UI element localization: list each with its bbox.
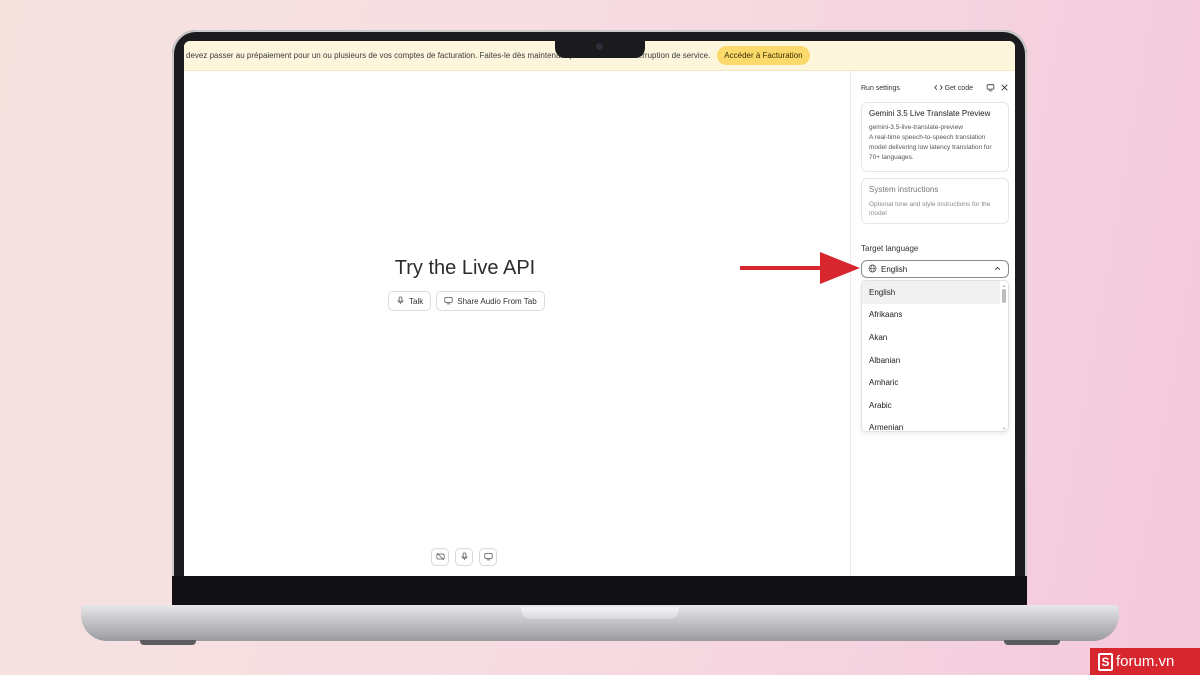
main-area: Try the Live API Talk Share Audio From T… [184,71,850,576]
close-panel-button[interactable] [999,84,1009,94]
monitor-icon [444,296,453,307]
watermark-text: forum.vn [1116,653,1175,670]
talk-button[interactable]: Talk [388,291,432,311]
language-option[interactable]: Armenian [862,417,1000,431]
mic-icon [460,548,469,566]
share-audio-label: Share Audio From Tab [457,296,537,306]
monitor-icon [483,548,493,566]
laptop-chin [172,576,1027,608]
language-option[interactable]: Arabic [862,394,1000,417]
main-actions: Talk Share Audio From Tab [388,291,545,311]
laptop-foot-right [1004,640,1060,645]
billing-button[interactable]: Accéder à Facturation [717,46,810,65]
watermark: S forum.vn [1090,648,1200,675]
chevron-up-icon [993,264,1002,275]
language-option[interactable]: Afrikaans [862,304,1000,327]
get-code-label: Get code [944,85,973,92]
captions-off-icon [435,548,445,566]
scroll-down-icon: ▼ [1002,426,1006,431]
camera-icon [596,43,603,50]
language-option[interactable]: Albanian [862,349,1000,372]
code-icon [933,83,943,94]
dropdown-scrollbar[interactable]: ▲ ▼ [1002,283,1006,431]
globe-icon [868,264,877,275]
run-settings-title: Run settings [861,85,900,92]
page-title: Try the Live API [394,257,536,279]
laptop-foot-left [140,640,196,645]
model-id: gemini-3.5-live-translate-preview [869,124,963,131]
compare-button[interactable] [985,84,995,94]
watermark-logo: S [1098,652,1113,671]
close-icon [1000,83,1009,94]
captions-toggle-button[interactable] [431,548,449,566]
system-instructions-field[interactable]: System instructions Optional tone and st… [861,178,1009,224]
language-option[interactable]: Akan [862,326,1000,349]
language-option[interactable]: English [862,281,1000,304]
mic-icon [396,295,405,307]
laptop-base [81,605,1119,641]
language-option[interactable]: Amharic [862,371,1000,394]
share-audio-button[interactable]: Share Audio From Tab [436,291,545,311]
run-settings-panel: Run settings Get code Gemini 3.5 Live Tr… [850,71,1015,576]
model-selector-card[interactable]: Gemini 3.5 Live Translate Preview gemini… [861,102,1009,172]
annotation-arrow-icon [740,252,860,284]
compare-icon [986,83,995,94]
scrollbar-thumb[interactable] [1002,289,1006,303]
screen: devez passer au prépaiement pour un ou p… [184,41,1015,576]
camera-notch [555,38,645,58]
target-language-label: Target language [861,244,919,253]
laptop-base-notch [521,607,679,619]
screen-share-button[interactable] [479,548,497,566]
model-description: A real-time speech-to-speech translation… [869,133,992,161]
target-language-select[interactable]: English [861,260,1009,278]
talk-label: Talk [409,296,424,306]
scroll-up-icon: ▲ [1002,283,1006,288]
mic-button[interactable] [455,548,473,566]
bottom-controls [431,548,497,566]
system-instructions-placeholder: Optional tone and style instructions for… [869,201,991,217]
model-name: Gemini 3.5 Live Translate Preview [869,109,991,118]
get-code-button[interactable]: Get code [933,83,973,94]
panel-header: Run settings Get code [861,83,1009,94]
target-language-value: English [881,264,908,274]
system-instructions-title: System instructions [869,185,939,194]
language-dropdown: English Afrikaans Akan Albanian Amharic … [861,280,1009,432]
